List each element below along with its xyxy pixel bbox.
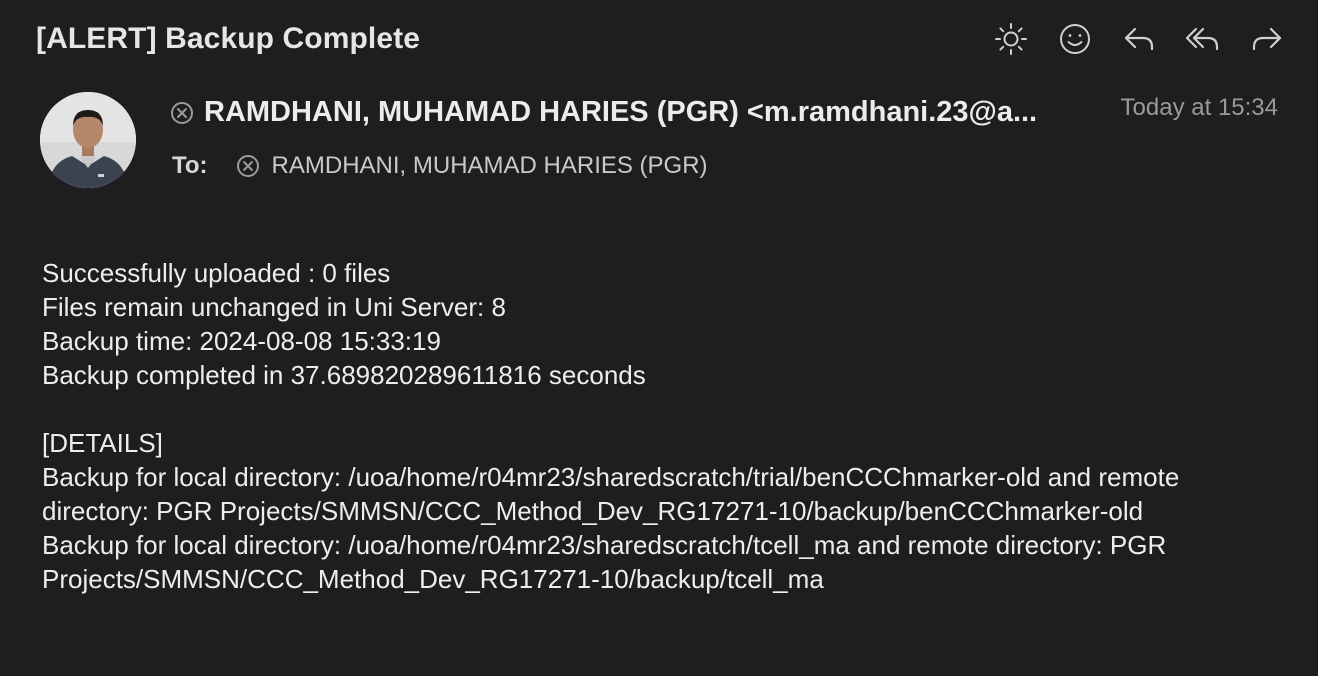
from-line: RAMDHANI, MUHAMAD HARIES (PGR) <m.ramdha…: [170, 96, 1070, 129]
sender-avatar[interactable]: [40, 92, 136, 188]
sun-icon: [993, 21, 1029, 62]
message-date: Today at 15:34: [1120, 94, 1278, 121]
recipient-name[interactable]: RAMDHANI, MUHAMAD HARIES (PGR): [272, 152, 708, 180]
reply-icon: [1121, 21, 1157, 62]
body-line: Successfully uploaded : 0 files: [42, 258, 391, 288]
message-body: Successfully uploaded : 0 files Files re…: [42, 256, 1242, 596]
details-entry: Backup for local directory: /uoa/home/r0…: [42, 530, 1167, 594]
body-line: Files remain unchanged in Uni Server: 8: [42, 292, 506, 322]
to-line: To: RAMDHANI, MUHAMAD HARIES (PGR): [172, 152, 708, 180]
brightness-button[interactable]: [990, 20, 1032, 62]
body-line: Backup time: 2024-08-08 15:33:19: [42, 326, 441, 356]
reply-all-icon: [1185, 21, 1221, 62]
message-subject: [ALERT] Backup Complete: [36, 22, 420, 55]
reply-button[interactable]: [1118, 20, 1160, 62]
emoji-icon: [1057, 21, 1093, 62]
to-label: To:: [172, 152, 208, 179]
remove-sender-icon[interactable]: [170, 101, 194, 125]
remove-recipient-icon[interactable]: [236, 154, 260, 178]
sender-name[interactable]: RAMDHANI, MUHAMAD HARIES (PGR) <m.ramdha…: [204, 96, 1037, 129]
forward-icon: [1249, 21, 1285, 62]
forward-button[interactable]: [1246, 20, 1288, 62]
details-heading: [DETAILS]: [42, 428, 163, 458]
body-line: Backup completed in 37.689820289611816 s…: [42, 360, 646, 390]
mail-message-window: [ALERT] Backup Complete RAMDHANI, MUHAMA…: [0, 0, 1318, 676]
message-toolbar: [990, 20, 1288, 62]
reply-all-button[interactable]: [1182, 20, 1224, 62]
details-entry: Backup for local directory: /uoa/home/r0…: [42, 462, 1180, 526]
reaction-button[interactable]: [1054, 20, 1096, 62]
